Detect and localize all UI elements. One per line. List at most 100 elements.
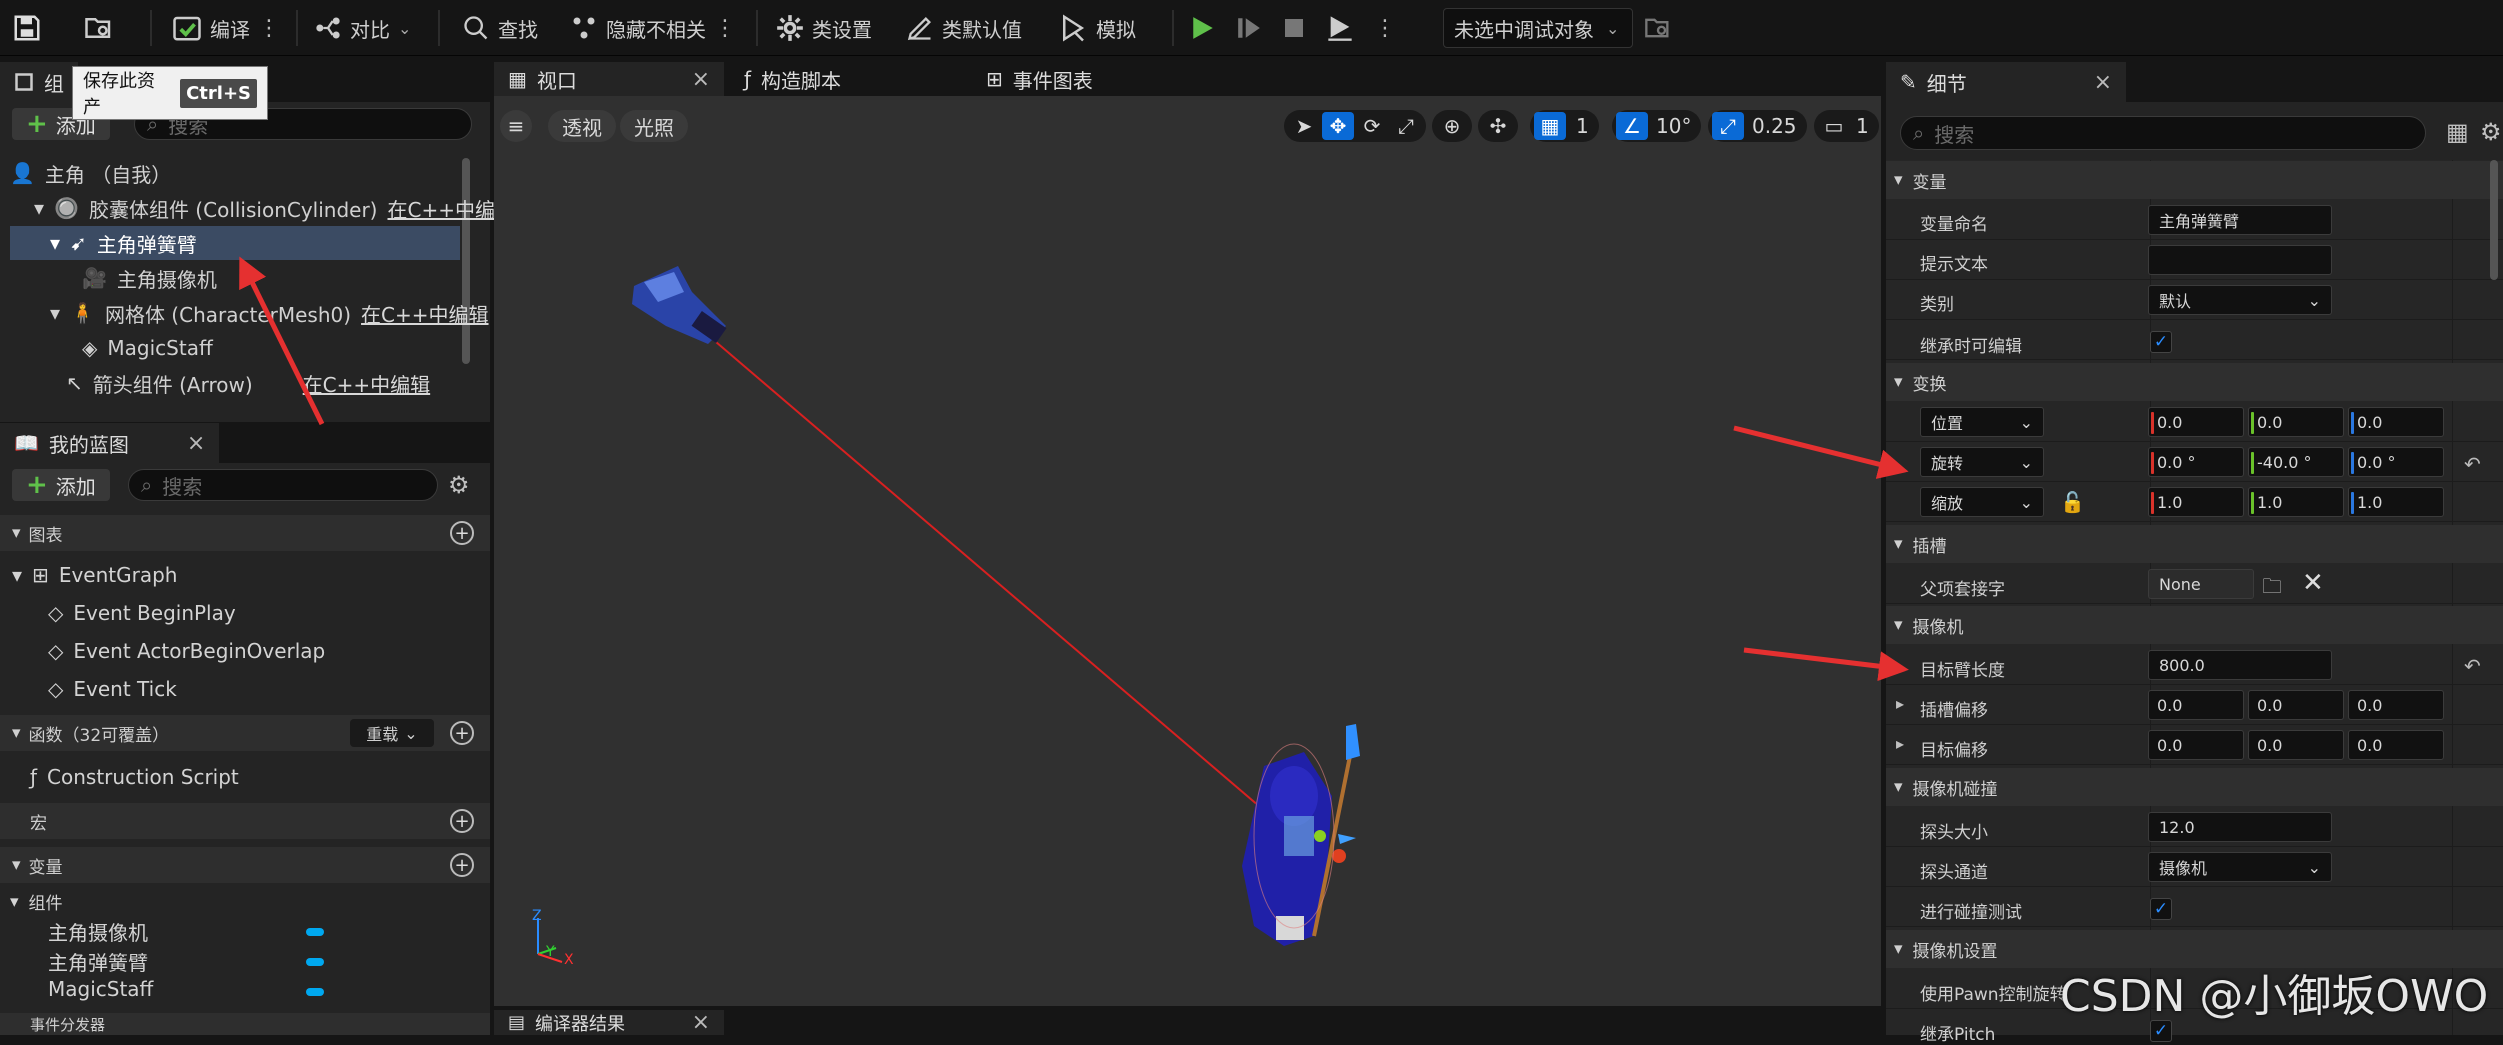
edit-in-cpp-link[interactable]: 在C++中编 bbox=[388, 194, 495, 223]
probe-size-field[interactable]: 12.0 bbox=[2148, 812, 2332, 842]
target-offset-y[interactable]: 0.0 bbox=[2248, 730, 2344, 760]
rotation-z-field[interactable]: 0.0 ° bbox=[2348, 447, 2444, 477]
hide-unrelated-button[interactable]: 隐藏不相关 ⋮ bbox=[570, 8, 736, 48]
reset-arm-length-icon[interactable]: ↶ bbox=[2464, 654, 2481, 678]
target-offset-z[interactable]: 0.0 bbox=[2348, 730, 2444, 760]
section-variables[interactable]: ▾ 变量 + bbox=[0, 847, 490, 883]
scale-mode-combo[interactable]: 缩放 ⌄ bbox=[1920, 487, 2044, 517]
tree-item-capsule[interactable]: ▾ 🔘 胶囊体组件 (CollisionCylinder) 在C++中编 bbox=[34, 191, 495, 225]
tree-item-spring-arm[interactable]: ▾ ➹ 主角弹簧臂 bbox=[10, 226, 460, 260]
collapse-arrow-icon[interactable]: ▾ bbox=[50, 231, 60, 255]
override-dropdown[interactable]: 重载 ⌄ bbox=[350, 719, 434, 747]
close-icon[interactable]: × bbox=[692, 67, 710, 92]
hide-options-icon[interactable]: ⋮ bbox=[714, 16, 736, 41]
settings-gear-icon[interactable]: ⚙ bbox=[2480, 118, 2502, 146]
lock-icon[interactable]: 🔓 bbox=[2060, 490, 2085, 514]
probe-channel-combo[interactable]: 摄像机 ⌄ bbox=[2148, 852, 2332, 882]
class-settings-button[interactable]: 类设置 bbox=[776, 8, 872, 48]
close-icon[interactable]: × bbox=[692, 1010, 710, 1035]
details-scrollbar[interactable] bbox=[2490, 160, 2498, 280]
settings-gear-icon[interactable]: ⚙ bbox=[448, 471, 470, 499]
section-transform[interactable]: ▾ 变换 bbox=[1886, 363, 2503, 401]
simulate-button[interactable]: 模拟 bbox=[1058, 8, 1136, 48]
tab-compiler-results[interactable]: ▤ 编译器结果 × bbox=[494, 1010, 724, 1035]
section-dispatchers[interactable]: 事件分发器 bbox=[0, 1013, 490, 1035]
expand-arrow-icon[interactable]: ▸ bbox=[1896, 734, 1904, 753]
close-icon[interactable]: × bbox=[187, 431, 205, 456]
edit-in-cpp-link[interactable]: 在C++中编辑 bbox=[361, 299, 488, 328]
browse-button[interactable] bbox=[84, 8, 114, 48]
find-button[interactable]: 查找 bbox=[462, 8, 538, 48]
event-item[interactable]: ◇ Event BeginPlay bbox=[48, 601, 236, 625]
tab-my-blueprint[interactable]: 📖 我的蓝图 × bbox=[0, 423, 220, 463]
reset-rotation-icon[interactable]: ↶ bbox=[2464, 452, 2481, 476]
step-forward-icon[interactable] bbox=[1236, 14, 1262, 42]
rotation-x-field[interactable]: 0.0 ° bbox=[2148, 447, 2244, 477]
target-offset-x[interactable]: 0.0 bbox=[2148, 730, 2244, 760]
close-icon[interactable]: × bbox=[2094, 70, 2112, 95]
location-x-field[interactable]: 0.0 bbox=[2148, 407, 2244, 437]
compile-button[interactable]: 编译 ⋮ bbox=[172, 8, 280, 48]
tab-viewport[interactable]: ▦ 视口 × bbox=[494, 62, 724, 96]
scale-y-field[interactable]: 1.0 bbox=[2248, 487, 2344, 517]
compile-options-icon[interactable]: ⋮ bbox=[258, 16, 280, 41]
tab-construction-script[interactable]: ƒ 构造脚本 bbox=[730, 62, 855, 96]
tree-item-arrow[interactable]: ↖ 箭头组件 (Arrow) 在C++中编辑 bbox=[66, 366, 430, 400]
tab-event-graph[interactable]: ⊞ 事件图表 bbox=[972, 62, 1107, 96]
add-macro-icon[interactable]: + bbox=[450, 809, 474, 833]
section-functions[interactable]: ▾ 函数（32可覆盖） 重载 ⌄ + bbox=[0, 715, 490, 751]
section-sockets[interactable]: ▾ 插槽 bbox=[1886, 525, 2503, 563]
tab-components[interactable]: 组 bbox=[0, 62, 78, 102]
debug-target-select[interactable]: 未选中调试对象 ⌄ bbox=[1443, 8, 1633, 48]
class-defaults-button[interactable]: 类默认值 bbox=[906, 8, 1022, 48]
clear-icon[interactable]: ✕ bbox=[2302, 568, 2324, 598]
diff-button[interactable]: 对比 ⌄ bbox=[314, 8, 411, 48]
viewport[interactable]: ≡ 透视 光照 ➤ ✥ ⟳ ⤢ ⊕ ✣ ▦ 1 ∠ 10° ⤢ 0.25 ▭ 1 bbox=[494, 96, 1881, 1006]
event-graph-item[interactable]: ▾ ⊞ EventGraph bbox=[12, 563, 177, 587]
tooltip-field[interactable] bbox=[2148, 245, 2332, 275]
socket-offset-x[interactable]: 0.0 bbox=[2148, 690, 2244, 720]
table-view-icon[interactable]: ▦ bbox=[2446, 118, 2469, 146]
play-icon[interactable] bbox=[1190, 14, 1216, 42]
section-macros[interactable]: 宏 + bbox=[0, 803, 490, 839]
location-y-field[interactable]: 0.0 bbox=[2248, 407, 2344, 437]
eject-icon[interactable] bbox=[1326, 14, 1354, 42]
socket-offset-z[interactable]: 0.0 bbox=[2348, 690, 2444, 720]
editable-checkbox[interactable]: ✓ bbox=[2150, 331, 2172, 353]
tree-item-camera[interactable]: 🎥 主角摄像机 bbox=[82, 261, 217, 295]
collapse-arrow-icon[interactable]: ▾ bbox=[50, 301, 60, 325]
event-item[interactable]: ◇ Event Tick bbox=[48, 677, 177, 701]
parent-socket-field[interactable]: None bbox=[2148, 569, 2254, 599]
collapse-arrow-icon[interactable]: ▾ bbox=[34, 196, 44, 220]
scale-z-field[interactable]: 1.0 bbox=[2348, 487, 2444, 517]
location-mode-combo[interactable]: 位置 ⌄ bbox=[1920, 407, 2044, 437]
target-arm-field[interactable]: 800.0 bbox=[2148, 650, 2332, 680]
location-z-field[interactable]: 0.0 bbox=[2348, 407, 2444, 437]
scale-x-field[interactable]: 1.0 bbox=[2148, 487, 2244, 517]
add-variable-icon[interactable]: + bbox=[450, 853, 474, 877]
variable-item[interactable]: MagicStaff bbox=[48, 977, 153, 1001]
rotation-y-field[interactable]: -40.0 ° bbox=[2248, 447, 2344, 477]
edit-in-cpp-link[interactable]: 在C++中编辑 bbox=[303, 369, 430, 398]
variable-item[interactable]: 主角弹簧臂 bbox=[48, 947, 148, 976]
section-camera-collision[interactable]: ▾ 摄像机碰撞 bbox=[1886, 768, 2503, 806]
do-collision-checkbox[interactable]: ✓ bbox=[2150, 898, 2172, 920]
section-camera[interactable]: ▾ 摄像机 bbox=[1886, 606, 2503, 644]
details-search-input[interactable]: ⌕ 搜索 bbox=[1900, 116, 2426, 150]
tree-item-magicstaff[interactable]: ◈ MagicStaff bbox=[82, 331, 213, 365]
folder-search-icon[interactable]: 🗀 bbox=[2262, 572, 2282, 606]
section-graphs[interactable]: ▾ 图表 + bbox=[0, 515, 490, 551]
section-variable[interactable]: ▾ 变量 bbox=[1886, 161, 2503, 199]
rotation-mode-combo[interactable]: 旋转 ⌄ bbox=[1920, 447, 2044, 477]
function-item[interactable]: ƒ Construction Script bbox=[30, 765, 239, 789]
add-graph-icon[interactable]: + bbox=[450, 521, 474, 545]
tab-details[interactable]: ✎ 细节 × bbox=[1886, 62, 2126, 102]
tree-item-mesh[interactable]: ▾ 🧍 网格体 (CharacterMesh0) 在C++中编辑 bbox=[50, 296, 489, 330]
save-button[interactable] bbox=[12, 8, 42, 48]
tree-item-self[interactable]: 👤 主角 （自我） bbox=[10, 156, 460, 190]
category-combo[interactable]: 默认 ⌄ bbox=[2148, 285, 2332, 315]
add-function-icon[interactable]: + bbox=[450, 721, 474, 745]
tree-scrollbar[interactable] bbox=[462, 158, 470, 364]
debug-browse-button[interactable] bbox=[1644, 8, 1672, 48]
components-category[interactable]: ▾ 组件 bbox=[10, 889, 63, 915]
